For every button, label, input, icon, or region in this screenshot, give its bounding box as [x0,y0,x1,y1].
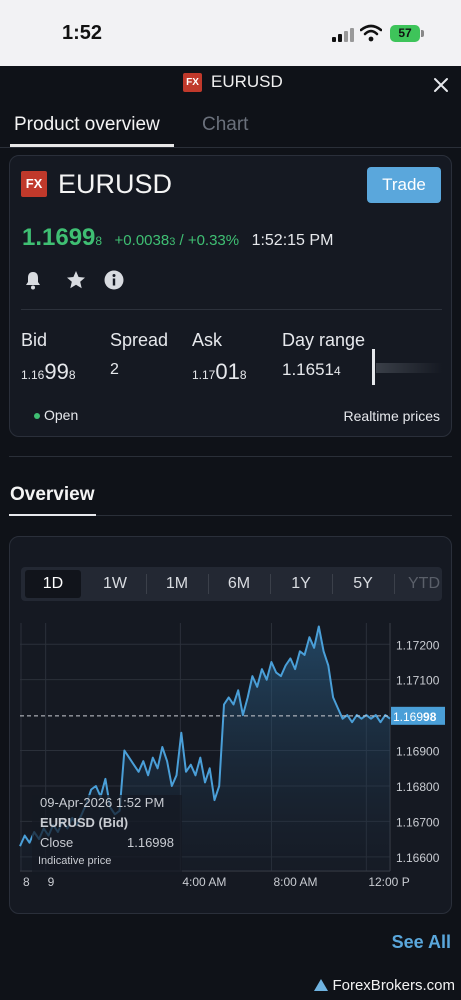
range-pre: 1.1651 [282,360,334,379]
day-range-bar [376,363,442,373]
fx-badge: FX [183,73,202,92]
y-tick-label: 1.17100 [396,674,440,688]
ask-label: Ask [192,330,223,350]
price-pip: 8 [95,234,103,248]
day-range-value: 1.16514 [282,360,341,380]
market-status: Open [44,407,79,423]
header: FX EURUSD [0,66,461,110]
spread-value: 2 [110,361,119,378]
y-tick-label: 1.16800 [396,780,440,794]
info-icon[interactable] [103,269,125,291]
tooltip-close-label: Close [40,835,74,850]
overview-underline [9,514,96,516]
card-divider [21,309,442,310]
price-main: 1.1699 [22,224,96,251]
day-range-marker [372,349,375,385]
status-time: 1:52 [62,22,103,44]
bid-label: Bid [21,330,48,350]
bid-post: 8 [68,368,76,382]
current-price-pips: 98 [423,710,437,724]
y-tick-label: 1.16700 [396,815,440,829]
chart-card: 1D 1W 1M 6M 1Y 5Y YTD 1.16998 1.17200 1.17… [9,536,452,914]
bid-big: 99 [44,359,69,384]
change-pct: / +0.33% [175,232,240,249]
header-title: EURUSD [211,72,283,91]
wifi-icon [360,24,382,42]
tooltip-date: 09-Apr-2026 1:52 PM [40,795,165,810]
signal-icon [332,28,354,42]
status-bar: 1:52 57 [0,0,461,66]
change-main: +0.0038 [114,232,170,249]
product-card: FX EURUSD Trade 1.16998 +0.00383 / +0.33… [9,155,452,437]
ask-big: 01 [215,359,240,384]
overview-divider [96,515,452,516]
day-range-label: Day range [282,330,366,350]
tooltip-close-value: 1.16998 [127,835,174,850]
tab-active-indicator [10,144,174,147]
price-time: 1:52:15 PM [251,232,334,249]
section-divider [9,456,452,457]
battery-icon: 57 [390,25,420,42]
y-tick-label: 1.17200 [396,638,440,652]
x-tick-label: 9 [48,875,55,889]
y-tick-label: 1.16900 [396,745,440,759]
realtime-label: Realtime prices [343,408,440,424]
forexbrokers-logo-icon [314,979,329,991]
star-icon[interactable] [65,269,87,291]
range-post: 4 [334,364,341,378]
current-price-prefix: 1.169 [393,710,423,724]
open-status-dot [34,413,40,419]
fx-badge: FX [21,171,47,197]
bid-value: 1.16998 [21,359,76,385]
tooltip-series: EURUSD (Bid) [40,815,129,830]
watermark-text: ForexBrokers.com [332,977,455,994]
close-icon[interactable] [430,74,452,96]
ask-post: 8 [239,368,247,382]
x-tick-label: 4:00 AM [182,875,226,889]
chart-tooltip: 09-Apr-2026 1:52 PM EURUSD (Bid) Close 1… [32,795,182,875]
x-tick-label: 12:00 P [368,875,409,889]
price-change: +0.00383 / +0.33% [115,232,240,249]
price-row: 1.16998 +0.00383 / +0.33% 1:52:15 PM [22,224,333,252]
current-price-label: 1.16998 [393,710,437,724]
overview-title: Overview [10,484,95,505]
ask-pre: 1.17 [192,368,216,382]
tooltip-note: Indicative price [38,855,112,867]
x-tick-label: 8:00 AM [273,875,317,889]
tab-chart[interactable]: Chart [202,114,248,136]
tab-bar: Product overview Chart [0,110,461,148]
tab-product-overview[interactable]: Product overview [14,114,160,136]
watermark: ForexBrokers.com [314,977,455,994]
bell-icon[interactable] [22,269,44,291]
spread-label: Spread [110,330,169,350]
trade-button[interactable]: Trade [367,167,441,203]
battery-tip [421,30,424,37]
product-symbol: EURUSD [58,169,173,199]
see-all-link[interactable]: See All [392,932,451,953]
x-tick-label: 8 [23,875,30,889]
bid-pre: 1.16 [21,368,45,382]
ask-value: 1.17018 [192,359,247,385]
y-tick-label: 1.16600 [396,851,440,865]
